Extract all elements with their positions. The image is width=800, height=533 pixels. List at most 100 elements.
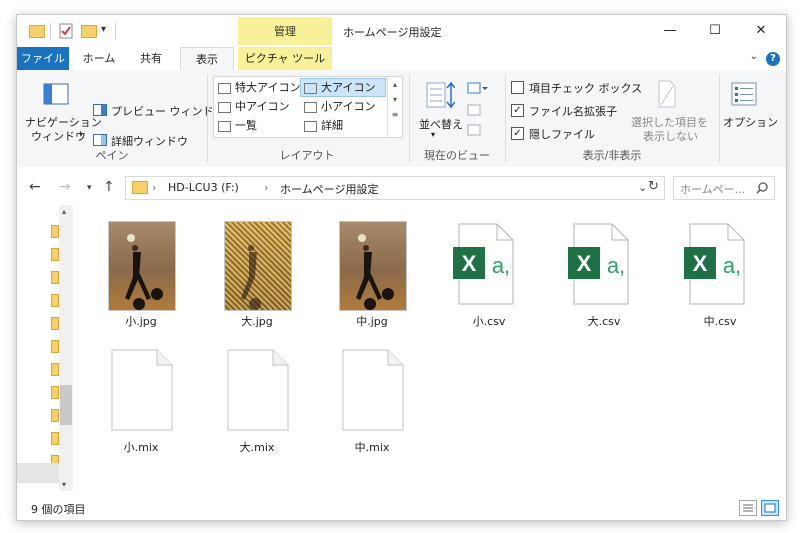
chevron-down-icon[interactable]: ⌄ [638, 181, 647, 194]
large-icons-icon [304, 82, 317, 94]
folder-icon[interactable] [51, 409, 59, 422]
details-view-icon [743, 504, 753, 512]
forward-arrow-icon[interactable]: → [59, 179, 71, 195]
hidden-items-label[interactable]: 隠しファイル [529, 126, 595, 142]
layout-extra-large-icons[interactable]: 特大アイコン [215, 79, 300, 96]
back-arrow-icon[interactable]: ← [29, 179, 41, 195]
scrollbar-thumb[interactable] [60, 385, 72, 425]
tab-view[interactable]: 表示 [180, 47, 234, 72]
list-icon [218, 120, 231, 132]
file-item[interactable]: 小.mix [91, 339, 191, 459]
chevron-down-icon[interactable]: ▾ [62, 480, 66, 489]
gallery-scroll[interactable]: ▴ ▾ ≡ [387, 77, 402, 137]
tab-file[interactable]: ファイル [17, 47, 69, 70]
item-checkboxes-checkbox[interactable] [511, 81, 524, 94]
close-button[interactable]: ✕ [739, 15, 783, 47]
file-item[interactable]: X a, 小.csv [439, 213, 539, 333]
breadcrumb-folder[interactable]: ホームページ用設定 [280, 181, 378, 197]
file-name: 小.mix [123, 441, 159, 454]
breadcrumb-separator[interactable]: › [264, 181, 268, 194]
chevron-down-icon[interactable]: ▾ [79, 130, 83, 139]
layout-list[interactable]: 一覧 [215, 117, 299, 134]
file-item[interactable]: X a, 大.csv [554, 213, 654, 333]
file-item[interactable]: 中.jpg [322, 213, 422, 333]
details-pane-icon[interactable] [93, 134, 107, 146]
window-title: ホームページ用設定 [343, 26, 442, 39]
chevron-down-icon[interactable]: ▾ [431, 130, 435, 139]
folder-icon[interactable] [51, 271, 59, 284]
chevron-up-icon[interactable]: ▴ [62, 207, 66, 216]
preview-pane-icon[interactable] [93, 104, 107, 116]
item-count: 9 個の項目 [31, 503, 86, 516]
file-thumbnail [91, 213, 191, 311]
search-input[interactable]: ホームペー... [673, 176, 775, 200]
tab-home[interactable]: ホーム [75, 47, 123, 70]
maximize-button[interactable]: ☐ [693, 15, 737, 47]
folder-icon[interactable] [51, 225, 59, 238]
search-placeholder: ホームペー... [680, 183, 746, 196]
chevron-down-icon[interactable]: ⌄ [750, 51, 758, 62]
folder-icon[interactable] [51, 294, 59, 307]
search-icon[interactable] [756, 182, 768, 194]
navigation-pane-icon[interactable] [43, 83, 69, 105]
ribbon: ナビゲーション ウィンドウ ▾ プレビュー ウィンドウ 詳細ウィンドウ ペイン … [17, 70, 786, 168]
sort-by-button[interactable]: 並べ替え [419, 116, 463, 132]
file-extensions-checkbox[interactable]: ✓ [511, 104, 524, 117]
chevron-up-icon[interactable]: ▴ [388, 80, 402, 89]
hidden-items-checkbox[interactable]: ✓ [511, 127, 524, 140]
help-icon[interactable]: ? [766, 52, 780, 66]
file-item[interactable]: 中.mix [322, 339, 422, 459]
file-item[interactable]: X a, 中.csv [670, 213, 770, 333]
tab-picture-tools[interactable]: ピクチャ ツール [238, 47, 332, 70]
breadcrumb-separator[interactable]: › [152, 181, 156, 194]
hide-selected-icon[interactable] [657, 80, 677, 108]
title-bar: ▾ 管理 ホームページ用設定 — ☐ ✕ [17, 15, 786, 47]
address-bar[interactable]: › HD-LCU3 (F:) › ホームページ用設定 ⌄ [125, 176, 665, 200]
file-name: 小.jpg [125, 315, 157, 328]
layout-details[interactable]: 詳細 [301, 117, 385, 134]
group-by-icons[interactable] [467, 80, 489, 140]
file-item[interactable]: 大.mix [207, 339, 307, 459]
svg-text:a,: a, [723, 253, 741, 278]
file-item[interactable]: 小.jpg [91, 213, 191, 333]
options-button[interactable]: オプション [723, 114, 778, 130]
new-folder-icon[interactable] [81, 25, 97, 38]
file-thumbnail: X a, [670, 213, 770, 309]
options-icon[interactable] [731, 82, 757, 106]
noisy-photo-icon [241, 245, 261, 310]
file-item[interactable]: 大.jpg [207, 213, 307, 333]
details-view-button[interactable] [739, 500, 757, 516]
folder-icon[interactable] [51, 248, 59, 261]
navigation-pane-label-2[interactable]: ウィンドウ [31, 128, 86, 144]
properties-icon[interactable] [59, 23, 73, 39]
item-checkboxes-label[interactable]: 項目チェック ボックス [529, 80, 642, 96]
current-view-group-label: 現在のビュー [424, 149, 490, 162]
more-icon[interactable]: ≡ [388, 110, 402, 119]
file-extensions-label[interactable]: ファイル名拡張子 [529, 103, 617, 119]
file-thumbnail: X a, [439, 213, 539, 309]
folder-icon[interactable] [51, 363, 59, 376]
nav-selected-item[interactable] [17, 463, 59, 483]
folder-icon[interactable] [51, 432, 59, 445]
layout-small-icons[interactable]: 小アイコン [301, 98, 385, 115]
folder-icon[interactable] [51, 317, 59, 330]
hide-selected-label-2[interactable]: 表示しない [643, 128, 698, 144]
layout-medium-icons[interactable]: 中アイコン [215, 98, 299, 115]
up-arrow-icon[interactable]: ↑ [103, 179, 115, 195]
tab-share[interactable]: 共有 [129, 47, 173, 70]
svg-text:X: X [577, 251, 592, 276]
folder-icon[interactable] [29, 25, 45, 38]
large-icons-view-button[interactable] [761, 500, 779, 516]
folder-icon[interactable] [51, 340, 59, 353]
sort-by-icon[interactable] [425, 80, 455, 110]
minimize-button[interactable]: — [648, 15, 692, 47]
breadcrumb-drive[interactable]: HD-LCU3 (F:) [168, 181, 239, 194]
qat-dropdown-icon[interactable]: ▾ [101, 24, 106, 35]
recent-dropdown-icon[interactable]: ▾ [87, 183, 92, 193]
extra-large-icons-icon [218, 82, 231, 94]
refresh-icon[interactable]: ↻ [648, 179, 659, 194]
folder-icon[interactable] [51, 386, 59, 399]
layout-large-icons[interactable]: 大アイコン [300, 78, 386, 97]
nav-scrollbar[interactable]: ▴ ▾ [59, 205, 73, 491]
chevron-down-icon[interactable]: ▾ [388, 95, 402, 104]
